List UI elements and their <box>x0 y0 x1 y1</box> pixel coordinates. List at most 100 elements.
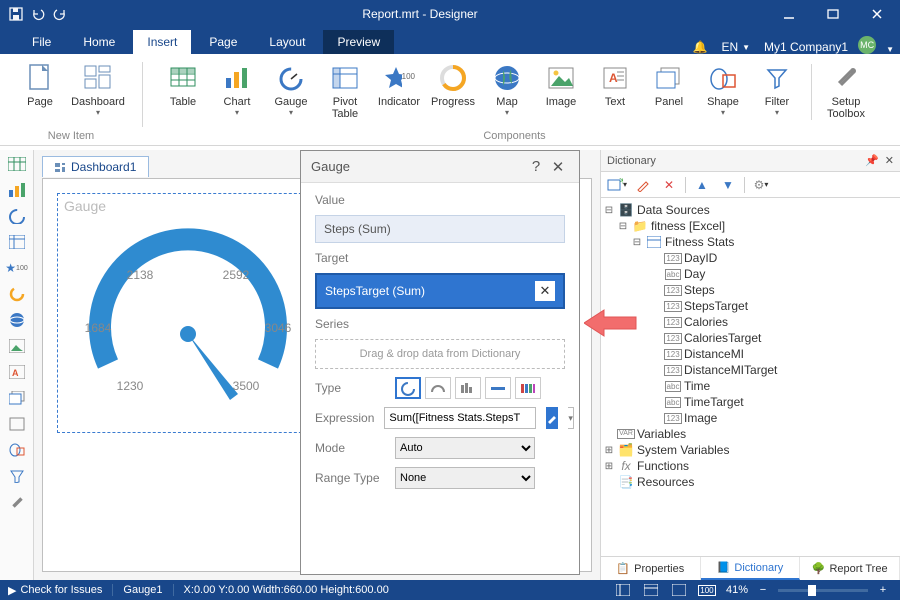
type-linear-icon[interactable] <box>455 377 481 399</box>
ribbon-filter[interactable]: Filter▾ <box>753 60 801 120</box>
ribbon-map[interactable]: Map▾ <box>483 60 531 120</box>
status-unit-in-icon[interactable] <box>642 582 660 598</box>
expression-edit-button[interactable] <box>546 407 558 429</box>
ribbon-setup[interactable]: Setup Toolbox <box>822 60 870 120</box>
tree-resources[interactable]: 📑Resources <box>603 474 898 490</box>
rail-filter-icon[interactable] <box>6 466 28 486</box>
tree-functions[interactable]: ⊞fxFunctions <box>603 458 898 474</box>
tree-datasources[interactable]: ⊟🗄️Data Sources <box>603 202 898 218</box>
dict-down-icon[interactable]: ▼ <box>718 175 738 195</box>
tree-fitnessstats[interactable]: ⊟Fitness Stats <box>603 234 898 250</box>
dict-new-icon[interactable]: ＊▾ <box>607 175 627 195</box>
dictionary-close-icon[interactable]: ✕ <box>879 154 894 167</box>
type-bars-icon[interactable] <box>515 377 541 399</box>
tree-sysvars[interactable]: ⊞🗂️System Variables <box>603 442 898 458</box>
ribbon-indicator[interactable]: 100Indicator <box>375 60 423 120</box>
rail-progress-icon[interactable] <box>6 284 28 304</box>
minimize-button[interactable] <box>772 0 806 28</box>
tab-reporttree[interactable]: 🌳 Report Tree <box>800 557 900 580</box>
menu-page[interactable]: Page <box>195 30 251 54</box>
status-unit-hi-icon[interactable] <box>670 582 688 598</box>
save-icon[interactable] <box>8 6 24 22</box>
tree-field-dayid[interactable]: 123DayID <box>603 250 898 266</box>
dict-up-icon[interactable]: ▲ <box>692 175 712 195</box>
panel-help-button[interactable]: ? <box>525 156 547 178</box>
menu-file[interactable]: File <box>18 30 65 54</box>
close-button[interactable] <box>860 0 894 28</box>
menu-preview[interactable]: Preview <box>323 30 394 54</box>
menu-home[interactable]: Home <box>69 30 129 54</box>
tab-dictionary[interactable]: 📘 Dictionary <box>701 557 801 580</box>
ribbon-progress[interactable]: Progress <box>429 60 477 120</box>
rail-text-icon[interactable]: A <box>6 362 28 382</box>
tree-field-day[interactable]: abcDay <box>603 266 898 282</box>
redo-icon[interactable] <box>52 6 68 22</box>
rail-image-icon[interactable] <box>6 336 28 356</box>
undo-icon[interactable] <box>30 6 46 22</box>
tab-properties[interactable]: 📋 Properties <box>601 557 701 580</box>
status-unit-px-icon[interactable]: 100 <box>698 582 716 598</box>
tree-field-image[interactable]: 123Image <box>603 410 898 426</box>
maximize-button[interactable] <box>816 0 850 28</box>
type-horiz-icon[interactable] <box>485 377 511 399</box>
rangetype-select[interactable]: None <box>395 467 535 489</box>
mode-select[interactable]: Auto <box>395 437 535 459</box>
value-well[interactable]: Steps (Sum) <box>315 215 565 243</box>
dict-edit-icon[interactable] <box>633 175 653 195</box>
tree-field-steps[interactable]: 123Steps <box>603 282 898 298</box>
menu-layout[interactable]: Layout <box>255 30 319 54</box>
ribbon-image[interactable]: Image <box>537 60 585 120</box>
status-unit-cm-icon[interactable] <box>614 582 632 598</box>
rail-gauge-icon[interactable] <box>6 206 28 226</box>
expression-input[interactable] <box>384 407 536 429</box>
ribbon-dashboard[interactable]: Dashboard▾ <box>70 60 126 117</box>
ribbon-pivot[interactable]: Pivot Table <box>321 60 369 120</box>
ribbon-shape[interactable]: Shape▾ <box>699 60 747 120</box>
tree-field-time[interactable]: abcTime <box>603 378 898 394</box>
rail-shapes2-icon[interactable] <box>6 440 28 460</box>
panel-close-button[interactable]: ✕ <box>547 156 569 178</box>
rail-table-icon[interactable] <box>6 154 28 174</box>
user-avatar[interactable]: MC <box>858 36 876 54</box>
tree-fitness[interactable]: ⊟📁fitness [Excel] <box>603 218 898 234</box>
tree-field-distancemitarget[interactable]: 123DistanceMITarget <box>603 362 898 378</box>
status-check[interactable]: ▶ Check for Issues <box>8 584 102 597</box>
tree-field-calories[interactable]: 123Calories <box>603 314 898 330</box>
series-dropzone[interactable]: Drag & drop data from Dictionary <box>315 339 565 369</box>
target-well[interactable]: StepsTarget (Sum) ✕ <box>315 273 565 309</box>
zoom-in-button[interactable]: + <box>874 582 892 598</box>
company-label[interactable]: My1 Company1 <box>764 40 854 54</box>
ribbon-text[interactable]: AText <box>591 60 639 120</box>
tree-field-distancemi[interactable]: 123DistanceMI <box>603 346 898 362</box>
design-tab[interactable]: Dashboard1 <box>42 156 149 177</box>
rail-indicator-icon[interactable]: ★100 <box>6 258 28 278</box>
tree-field-caloriestarget[interactable]: 123CaloriesTarget <box>603 330 898 346</box>
ribbon-gauge[interactable]: Gauge▾ <box>267 60 315 120</box>
type-full-icon[interactable] <box>395 377 421 399</box>
ribbon-panel[interactable]: Panel <box>645 60 693 120</box>
dict-delete-icon[interactable]: ✕ <box>659 175 679 195</box>
ribbon-page[interactable]: Page <box>16 60 64 117</box>
rail-setup-icon[interactable] <box>6 492 28 512</box>
gauge-component[interactable]: Gauge 1230 1684 2138 2592 3046 3500 <box>57 193 317 433</box>
rail-map-icon[interactable] <box>6 310 28 330</box>
type-half-icon[interactable] <box>425 377 451 399</box>
expression-dropdown[interactable]: ▾ <box>568 407 574 429</box>
rail-chart-icon[interactable] <box>6 180 28 200</box>
dictionary-pin-icon[interactable]: 📌 <box>865 154 879 167</box>
zoom-slider[interactable] <box>778 589 868 592</box>
rail-panel-icon[interactable] <box>6 388 28 408</box>
zoom-out-button[interactable]: − <box>754 582 772 598</box>
tree-field-timetarget[interactable]: abcTimeTarget <box>603 394 898 410</box>
notifications-icon[interactable]: 🔔 <box>692 40 717 54</box>
language-selector[interactable]: EN ▼ <box>721 40 760 54</box>
dict-settings-icon[interactable]: ⚙▾ <box>751 175 771 195</box>
menu-insert[interactable]: Insert <box>133 30 191 54</box>
ribbon-table[interactable]: Table <box>159 60 207 120</box>
tree-field-stepstarget[interactable]: 123StepsTarget <box>603 298 898 314</box>
rail-pivot-icon[interactable] <box>6 232 28 252</box>
tree-variables[interactable]: VARVariables <box>603 426 898 442</box>
ribbon-chart[interactable]: Chart▾ <box>213 60 261 120</box>
target-clear-button[interactable]: ✕ <box>535 281 555 301</box>
rail-shape-icon[interactable] <box>6 414 28 434</box>
